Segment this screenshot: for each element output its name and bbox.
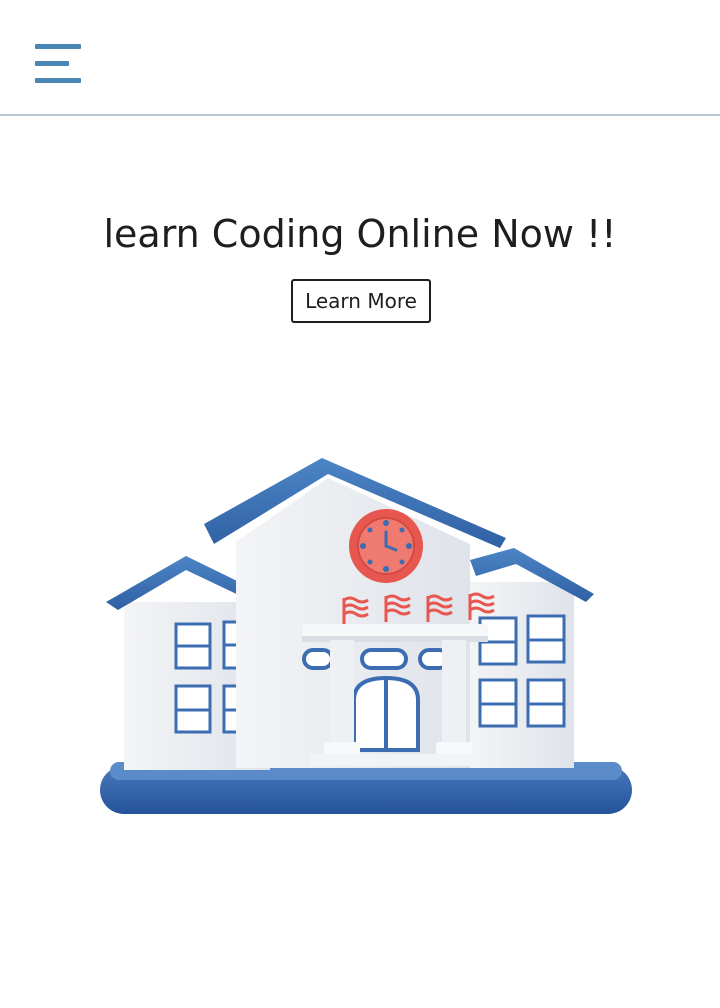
hamburger-menu-icon[interactable] bbox=[35, 44, 83, 84]
right-wing bbox=[470, 548, 594, 768]
menu-line-top bbox=[35, 44, 81, 49]
menu-line-bottom bbox=[35, 78, 81, 83]
page: learn Coding Online Now !! Learn More bbox=[0, 0, 720, 1008]
school-building-illustration bbox=[100, 458, 632, 814]
menu-line-middle bbox=[35, 61, 69, 66]
top-navigation-bar bbox=[0, 0, 720, 116]
hero-title: learn Coding Online Now !! bbox=[103, 212, 617, 256]
learn-more-button[interactable]: Learn More bbox=[291, 279, 431, 323]
clock-icon bbox=[349, 509, 423, 583]
